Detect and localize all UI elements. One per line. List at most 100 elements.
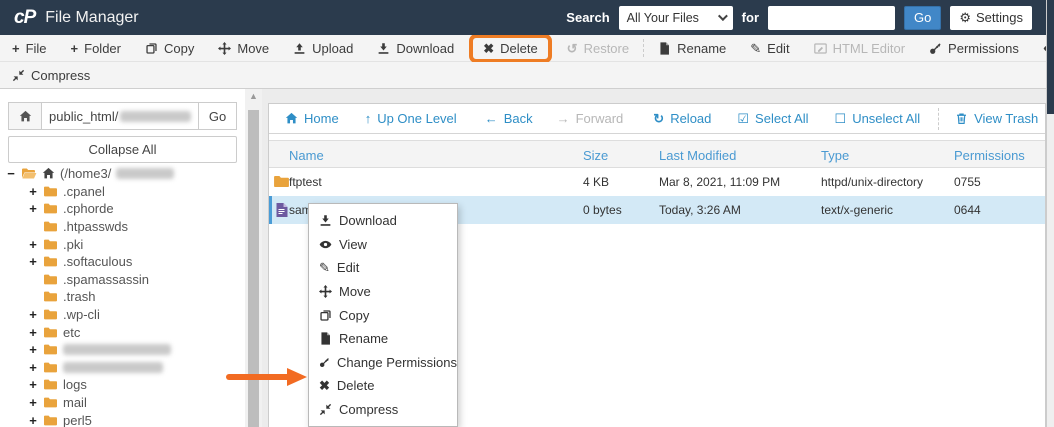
context-menu-copy[interactable]: Copy [309,303,457,327]
cpanel-file-manager-window: cP File Manager Search All Your Files fo… [0,0,1054,427]
tree-item-trash[interactable]: .trash [28,288,241,306]
nav-forward-button[interactable]: → Forward [557,111,624,126]
copy-icon [319,309,332,322]
checkbox-empty-icon: ☐ [834,111,847,126]
expand-icon[interactable]: + [28,377,38,392]
folder-icon [43,308,58,321]
table-row-ftptest[interactable]: ftptest 4 KB Mar 8, 2021, 11:09 PM httpd… [269,168,1045,196]
key-icon [319,356,330,369]
expand-icon[interactable]: + [28,342,38,357]
column-header-size[interactable]: Size [583,141,608,169]
tree-item-logs[interactable]: + logs [28,376,241,394]
nav-home-button[interactable]: Home [285,111,339,126]
nav-view-trash-button[interactable]: View Trash [955,111,1038,126]
directory-tree: − (/home3/ + .cpanel + .cphorde .htpasswds … [6,165,241,427]
expand-icon[interactable]: + [28,254,38,269]
path-go-button[interactable]: Go [199,102,237,130]
sidebar-home-button[interactable] [8,102,42,130]
settings-button[interactable]: ⚙ Settings [950,5,1032,30]
tree-item-etc[interactable]: + etc [28,323,241,341]
search-scope-select[interactable]: All Your Files [618,5,733,30]
column-header-permissions[interactable]: Permissions [954,141,1025,169]
search-input[interactable] [768,5,896,30]
nav-reload-button[interactable]: ↻ Reload [653,111,711,126]
folder-icon [43,414,58,427]
pencil-icon: ✎ [750,40,762,56]
file-permissions: 0755 [954,175,981,189]
toolbar-button-compress[interactable]: Compress [0,62,102,88]
nav-unselect-all-button[interactable]: ☐ Unselect All [835,111,921,126]
tree-item-perl5[interactable]: + perl5 [28,411,241,427]
toolbar-button-html-editor[interactable]: HTML Editor [802,35,917,61]
toolbar-button-folder[interactable]: + Folder [59,35,133,61]
home-icon [19,110,32,123]
context-menu-delete[interactable]: ✖ Delete [309,374,457,398]
upload-icon [293,42,306,55]
path-input[interactable]: public_html/ [42,102,199,130]
plus-icon: + [70,40,79,56]
expand-icon[interactable]: + [28,413,38,427]
toolbar-button-restore[interactable]: ↺ Restore [555,35,641,61]
column-header-name[interactable]: Name [289,141,324,169]
nav-select-all-button[interactable]: ☑ Select All [737,111,808,126]
toolbar-button-permissions[interactable]: Permissions [917,35,1031,61]
tree-item-redacted[interactable]: + [28,341,241,359]
toolbar-button-delete[interactable]: ✖ Delete [469,33,552,63]
search-area: Search All Your Files for Go ⚙ Settings [566,5,1032,30]
pencil-icon: ✎ [319,260,330,276]
tree-item-wp-cli[interactable]: + .wp-cli [28,306,241,324]
collapse-all-button[interactable]: Collapse All [8,136,237,163]
context-menu-compress[interactable]: Compress [309,398,457,422]
column-header-type[interactable]: Type [821,141,849,169]
toolbar-button-move[interactable]: Move [206,35,281,61]
toolbar-button-rename[interactable]: Rename [646,35,738,61]
path-group: public_html/ Go [8,102,237,130]
eye-icon [319,238,332,251]
scroll-up-arrow-icon[interactable]: ▲ [245,91,262,101]
toolbar-button-download[interactable]: Download [365,35,466,61]
expand-icon[interactable]: + [28,184,38,199]
tree-item-htpasswds[interactable]: .htpasswds [28,218,241,236]
context-menu-change-permissions[interactable]: Change Permissions [309,351,457,375]
expand-icon[interactable]: + [28,307,38,322]
tree-item-spamassassin[interactable]: .spamassassin [28,271,241,289]
toolbar-button-upload[interactable]: Upload [281,35,365,61]
compress-icon [12,69,25,82]
tree-item-cpanel[interactable]: + .cpanel [28,183,241,201]
file-name[interactable]: ftptest [289,168,322,196]
context-menu-rename[interactable]: Rename [309,327,457,351]
folder-open-icon [21,167,37,181]
nav-back-button[interactable]: ← Back [485,111,533,126]
expand-icon[interactable]: + [28,360,38,375]
toolbar-button-file[interactable]: + File [0,35,59,61]
arrow-up-icon: ↑ [364,111,372,126]
toolbar-button-copy[interactable]: Copy [133,35,206,61]
search-go-button[interactable]: Go [904,5,942,30]
column-header-last-modified[interactable]: Last Modified [659,141,736,169]
expand-icon[interactable]: + [28,325,38,340]
tree-item-softaculous[interactable]: + .softaculous [28,253,241,271]
sidebar-scrollbar-thumb[interactable] [248,110,259,427]
context-menu-view[interactable]: View [309,233,457,257]
context-menu-move[interactable]: Move [309,280,457,304]
context-menu-download[interactable]: Download [309,209,457,233]
nav-up-one-level-button[interactable]: ↑ Up One Level [365,111,457,126]
tree-item-pki[interactable]: + .pki [28,235,241,253]
tree-item-mail[interactable]: + mail [28,394,241,412]
redacted-text [63,361,163,373]
toolbar-button-edit[interactable]: ✎ Edit [738,35,801,61]
page-scrollbar-thumb[interactable] [1047,0,1054,114]
tree-item-redacted[interactable]: + [28,359,241,377]
copy-icon [145,42,158,55]
tree-item-cphorde[interactable]: + .cphorde [28,200,241,218]
file-size: 4 KB [583,175,610,189]
tree-item-root[interactable]: − (/home3/ [6,165,241,183]
expand-icon[interactable]: + [28,395,38,410]
key-icon [929,42,942,55]
expand-icon[interactable]: + [28,201,38,216]
expand-icon[interactable]: + [28,237,38,252]
collapse-icon[interactable]: − [6,166,16,181]
page-scrollbar[interactable] [1046,0,1054,427]
sidebar-scrollbar[interactable]: ▲ [245,89,262,427]
context-menu-edit[interactable]: ✎ Edit [309,256,457,280]
